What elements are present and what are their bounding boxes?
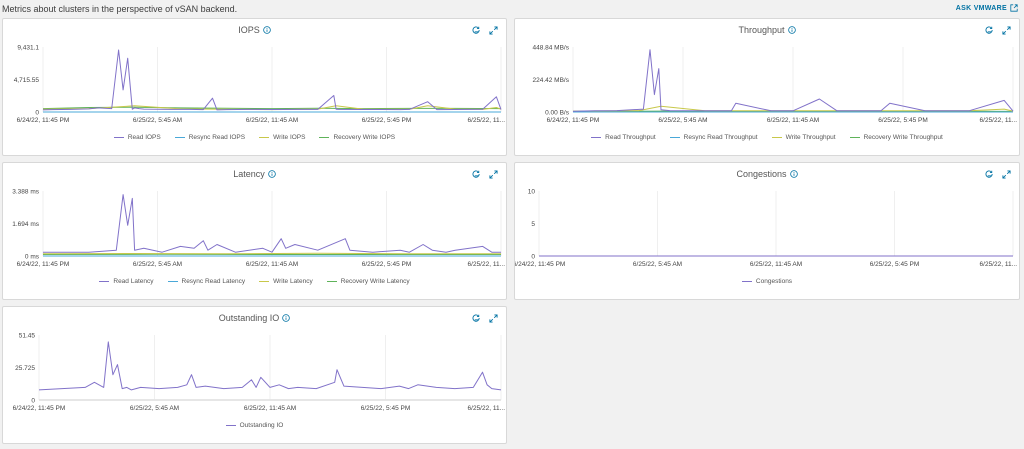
x-tick-label: 6/25/22, 5:45 AM xyxy=(658,117,707,124)
legend-item[interactable]: Recovery Write IOPS xyxy=(319,134,395,141)
x-tick-label: 6/25/22, 11:45 AM xyxy=(246,261,298,268)
chart-legend: Outstanding IO xyxy=(3,422,506,429)
legend-swatch xyxy=(319,136,330,139)
legend-swatch xyxy=(259,136,270,139)
legend-swatch xyxy=(113,136,124,139)
x-tick-label: 6/25/22, 11:45 AM xyxy=(246,117,298,124)
legend-label: Read Throughput xyxy=(605,134,656,141)
x-tick-label: 6/25/22, 11... xyxy=(980,117,1018,124)
legend-swatch xyxy=(669,136,680,139)
legend-label: Write Throughput xyxy=(785,134,836,141)
legend-item[interactable]: Read Throughput xyxy=(591,134,656,141)
legend-label: Write Latency xyxy=(273,278,313,285)
legend-label: Congestions xyxy=(755,278,793,285)
chart-legend: Read Latency Resync Read Latency Write Lat… xyxy=(3,278,506,285)
legend-label: Read Latency xyxy=(113,278,154,285)
y-tick-label: 0 xyxy=(35,110,39,117)
legend-label: Resync Read Latency xyxy=(181,278,246,285)
legend-swatch xyxy=(259,280,270,283)
x-tick-label: 6/25/22, 11... xyxy=(468,405,506,412)
legend-item[interactable]: Resync Read Latency xyxy=(167,278,246,285)
x-tick-label: 6/24/22, 11:45 PM xyxy=(17,261,70,268)
legend-swatch xyxy=(741,280,752,283)
x-tick-label: 6/25/22, 5:45 PM xyxy=(870,261,920,268)
legend-label: Recovery Write Latency xyxy=(340,278,410,285)
x-tick-label: 6/25/22, 11... xyxy=(980,261,1018,268)
x-tick-label: 6/24/22, 11:45 PM xyxy=(17,117,70,124)
x-tick-label: 6/25/22, 5:45 AM xyxy=(133,261,182,268)
chart-legend: Read Throughput Resync Read Throughput Wri… xyxy=(515,134,1019,141)
legend-item[interactable]: Resync Read IOPS xyxy=(174,134,246,141)
y-tick-label: 25.725 xyxy=(15,365,35,372)
legend-item[interactable]: Recovery Write Latency xyxy=(326,278,410,285)
legend-item[interactable]: Recovery Write Throughput xyxy=(849,134,943,141)
y-tick-label: 1.694 ms xyxy=(12,221,39,228)
throughput-card: Throughput 448.84 MB/s 224.42 MB/s 0.00 B/s… xyxy=(514,18,1020,156)
x-tick-label: 6/25/22, 11... xyxy=(468,117,506,124)
x-tick-label: 6/24/22, 11:45 PM xyxy=(547,117,600,124)
legend-swatch xyxy=(99,280,110,283)
y-tick-label: 0 xyxy=(31,398,35,405)
y-tick-label: 0 xyxy=(531,254,535,261)
chart-legend: Read IOPS Resync Read IOPS Write IOPS Recov… xyxy=(3,134,506,141)
legend-item[interactable]: Write IOPS xyxy=(259,134,305,141)
x-tick-label: 6/25/22, 5:45 PM xyxy=(878,117,928,124)
legend-label: Recovery Write Throughput xyxy=(863,134,943,141)
latency-card: Latency 3.388 ms 1.694 ms 0 ms 6/24/22, 11:4… xyxy=(2,162,507,300)
legend-swatch xyxy=(771,136,782,139)
y-tick-label: 0 ms xyxy=(25,254,40,261)
legend-label: Recovery Write IOPS xyxy=(333,134,396,141)
x-tick-label: 6/24/22, 11:45 PM xyxy=(13,405,66,412)
legend-swatch xyxy=(174,136,185,139)
x-tick-label: 6/25/22, 11:45 AM xyxy=(750,261,802,268)
legend-swatch xyxy=(167,280,178,283)
chart-legend: Congestions xyxy=(515,278,1019,285)
legend-label: Resync Read IOPS xyxy=(188,134,246,141)
legend-swatch xyxy=(225,424,236,427)
legend-item[interactable]: Read Latency xyxy=(99,278,154,285)
legend-item[interactable]: Read IOPS xyxy=(113,134,161,141)
legend-label: Read IOPS xyxy=(127,134,161,141)
y-tick-label: 10 xyxy=(528,189,536,196)
y-tick-label: 9,431.1 xyxy=(17,45,39,52)
legend-swatch xyxy=(849,136,860,139)
x-tick-label: 6/25/22, 5:45 PM xyxy=(362,117,412,124)
legend-swatch xyxy=(591,136,602,139)
x-tick-label: 6/25/22, 5:45 PM xyxy=(361,405,411,412)
y-tick-label: 448.84 MB/s xyxy=(533,45,570,52)
x-tick-label: 6/25/22, 11:45 AM xyxy=(767,117,819,124)
legend-label: Outstanding IO xyxy=(239,422,284,429)
page-subtitle: Metrics about clusters in the perspectiv… xyxy=(2,4,238,14)
y-tick-label: 4,715.55 xyxy=(14,77,40,84)
y-tick-label: 5 xyxy=(531,221,535,228)
outstanding-card: Outstanding IO 51.45 25.725 0 6/24/22, 11:45… xyxy=(2,306,507,444)
y-tick-label: 224.42 MB/s xyxy=(533,77,570,84)
legend-swatch xyxy=(326,280,337,283)
legend-label: Resync Read Throughput xyxy=(683,134,758,141)
legend-label: Write IOPS xyxy=(273,134,306,141)
legend-item[interactable]: Outstanding IO xyxy=(225,422,284,429)
x-tick-label: 6/25/22, 5:45 AM xyxy=(633,261,682,268)
page-header: Metrics about clusters in the perspectiv… xyxy=(0,0,1024,18)
external-link-icon xyxy=(1010,4,1018,12)
ask-vmware-label: ASK VMWARE xyxy=(955,4,1007,12)
ask-vmware-link[interactable]: ASK VMWARE xyxy=(956,4,1018,12)
legend-item[interactable]: Write Throughput xyxy=(771,134,836,141)
y-tick-label: 51.45 xyxy=(19,333,36,340)
x-tick-label: 6/24/22, 11:45 PM xyxy=(515,261,565,268)
x-tick-label: 6/25/22, 5:45 AM xyxy=(133,117,182,124)
y-tick-label: 0.00 B/s xyxy=(545,110,570,117)
legend-item[interactable]: Congestions xyxy=(741,278,793,285)
legend-item[interactable]: Resync Read Throughput xyxy=(669,134,758,141)
legend-item[interactable]: Write Latency xyxy=(259,278,313,285)
x-tick-label: 6/25/22, 5:45 PM xyxy=(362,261,412,268)
x-tick-label: 6/25/22, 5:45 AM xyxy=(130,405,179,412)
x-tick-label: 6/25/22, 11... xyxy=(468,261,506,268)
iops-card: IOPS 9,431.1 4,715.55 0 6/24/22, 11:45 PM 6/2… xyxy=(2,18,507,156)
congestions-card: Congestions 10 5 0 6/24/22, 11:45 PM 6/25/22,… xyxy=(514,162,1020,300)
y-tick-label: 3.388 ms xyxy=(12,189,39,196)
x-tick-label: 6/25/22, 11:45 AM xyxy=(244,405,296,412)
